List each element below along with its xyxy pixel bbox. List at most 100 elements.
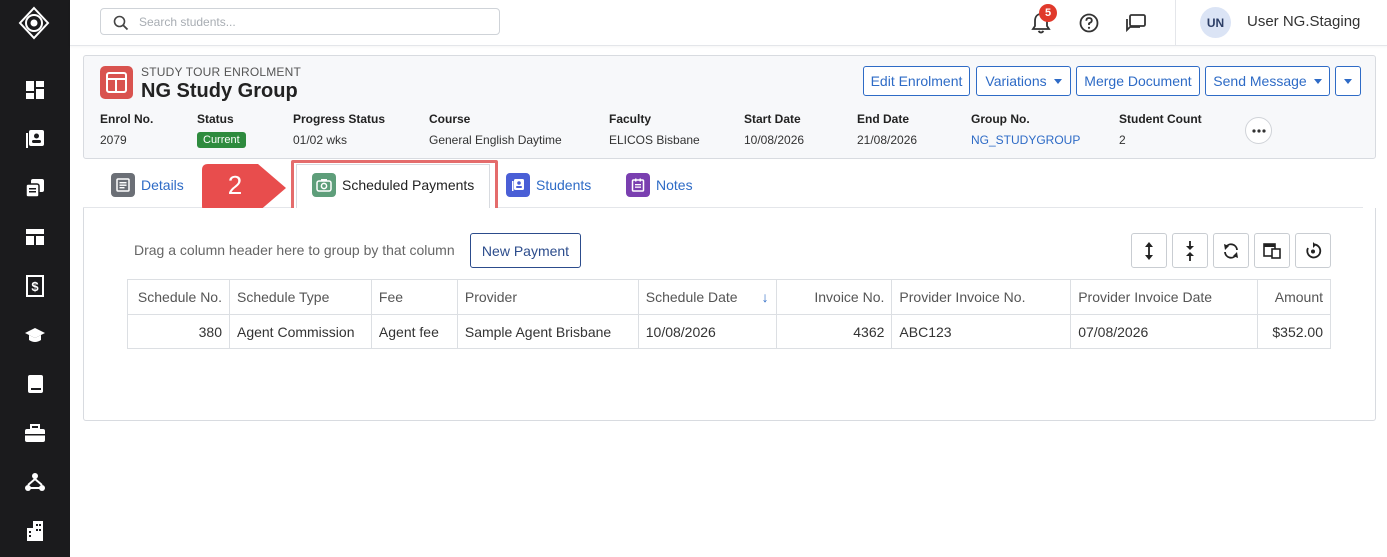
end-date-label: End Date: [857, 112, 910, 126]
refresh-icon: [1224, 242, 1238, 259]
provider-cell: Sample Agent Brisbane: [456, 314, 639, 349]
expand-rows-button[interactable]: [1131, 233, 1167, 268]
chevron-down-icon: [1344, 78, 1352, 84]
edit-enrolment-label: Edit Enrolment: [870, 73, 963, 89]
chevron-down-icon: [1053, 78, 1062, 84]
briefcase-icon[interactable]: [0, 418, 70, 448]
topbar-divider: [1175, 0, 1176, 46]
enrol-no-label: Enrol No.: [100, 112, 154, 126]
provider-invoice-date-cell: 07/08/2026: [1070, 314, 1258, 349]
svg-text:$: $: [31, 279, 39, 294]
table-row[interactable]: 380 Agent Commission Agent fee Sample Ag…: [127, 314, 1331, 349]
more-actions-dropdown-button[interactable]: [1335, 66, 1361, 96]
merge-document-button[interactable]: Merge Document: [1076, 66, 1200, 96]
schedule-type-cell: Agent Commission: [228, 314, 372, 349]
scheduled-payments-table: Schedule No. Schedule Type Fee Provider …: [127, 279, 1331, 349]
progress-status-value: 01/02 wks: [293, 133, 348, 147]
expand-vertical-icon: [1145, 241, 1153, 260]
faculty-value: ELICOS Bisbane: [609, 133, 700, 147]
avatar[interactable]: UN: [1200, 7, 1231, 38]
schedule-date-cell: 10/08/2026: [637, 314, 777, 349]
student-count-label: Student Count: [1119, 112, 1202, 126]
layout-icon[interactable]: [0, 222, 70, 252]
students-icon: [506, 173, 530, 197]
details-icon: [111, 173, 135, 197]
new-payment-label: New Payment: [481, 242, 570, 259]
building-icon[interactable]: [0, 516, 70, 546]
column-header-schedule-type[interactable]: Schedule Type: [228, 279, 372, 315]
help-icon[interactable]: [1077, 11, 1101, 35]
tab-scheduled-payments-label: Scheduled Payments: [342, 177, 475, 193]
search-box[interactable]: [100, 8, 500, 35]
search-input[interactable]: [139, 12, 479, 32]
tab-students-label: Students: [536, 177, 592, 193]
edit-enrolment-button[interactable]: Edit Enrolment: [863, 66, 970, 96]
tab-details-label: Details: [141, 177, 184, 193]
network-icon[interactable]: [0, 467, 70, 497]
collapse-vertical-icon: [1186, 240, 1194, 261]
send-message-dropdown-button[interactable]: Send Message: [1205, 66, 1330, 96]
column-header-schedule-date[interactable]: Schedule Date ↓: [637, 279, 777, 315]
documents-icon[interactable]: [0, 173, 70, 203]
column-header-amount[interactable]: Amount: [1257, 279, 1331, 315]
tab-scheduled-payments[interactable]: Scheduled Payments: [312, 172, 474, 198]
app-logo-icon[interactable]: [17, 6, 51, 40]
progress-status-label: Progress Status: [293, 112, 386, 126]
column-header-provider-invoice-date[interactable]: Provider Invoice Date: [1070, 279, 1258, 315]
dashboard-icon[interactable]: [0, 75, 70, 105]
column-header-provider[interactable]: Provider: [456, 279, 639, 315]
refresh-button[interactable]: [1213, 233, 1249, 268]
page-title: NG Study Group: [141, 80, 298, 102]
user-name[interactable]: User NG.Staging: [1247, 13, 1360, 30]
provider-invoice-no-cell: ABC123: [891, 314, 1072, 349]
group-no-label: Group No.: [971, 112, 1030, 126]
faculty-label: Faculty: [609, 112, 652, 126]
course-label: Course: [429, 112, 471, 126]
column-chooser-button[interactable]: [1254, 233, 1290, 268]
invoice-no-link[interactable]: 4362: [775, 314, 893, 349]
schedule-date-header-label: Schedule Date: [645, 289, 738, 305]
column-header-invoice-no[interactable]: Invoice No.: [775, 279, 893, 315]
column-header-provider-invoice-no[interactable]: Provider Invoice No.: [891, 279, 1072, 315]
education-icon[interactable]: [0, 320, 70, 350]
columns-icon: [1263, 242, 1281, 259]
start-date-label: Start Date: [744, 112, 801, 126]
course-value: General English Daytime: [429, 133, 562, 147]
enrolment-type-icon: [100, 66, 133, 99]
tab-notes-label: Notes: [656, 177, 693, 193]
more-details-button[interactable]: [1245, 117, 1272, 144]
step-number: 2: [227, 170, 243, 200]
collapse-rows-button[interactable]: [1172, 233, 1208, 268]
reset-layout-button[interactable]: [1295, 233, 1331, 268]
end-date-value: 21/08/2026: [857, 133, 918, 147]
sidebar: $: [0, 0, 70, 557]
new-payment-button[interactable]: New Payment: [470, 233, 581, 268]
tab-details[interactable]: Details: [111, 172, 184, 198]
notes-icon: [626, 173, 650, 197]
messages-icon[interactable]: [1124, 11, 1148, 35]
book-icon[interactable]: [0, 369, 70, 399]
start-date-value: 10/08/2026: [744, 133, 805, 147]
contacts-icon[interactable]: [0, 124, 70, 154]
top-bar: 5 UN User NG.Staging: [70, 0, 1387, 46]
variations-dropdown-button[interactable]: Variations: [976, 66, 1071, 96]
table-header-row: Schedule No. Schedule Type Fee Provider …: [127, 279, 1331, 315]
sort-descending-icon[interactable]: ↓: [762, 289, 769, 305]
finance-icon[interactable]: $: [0, 271, 70, 301]
ellipsis-icon: [1251, 128, 1266, 133]
enrolment-header-card: STUDY TOUR ENROLMENT NG Study Group Edit…: [83, 55, 1376, 159]
search-icon: [113, 15, 129, 31]
enrolment-type-label: STUDY TOUR ENROLMENT: [141, 65, 302, 79]
schedule-no-link[interactable]: 380: [127, 314, 230, 349]
chevron-down-icon: [1313, 78, 1322, 84]
tab-students[interactable]: Students: [506, 172, 591, 198]
group-no-link[interactable]: NG_STUDYGROUP: [971, 133, 1080, 147]
tab-notes[interactable]: Notes: [626, 172, 693, 198]
fee-cell: Agent fee: [370, 314, 458, 349]
student-count-value: 2: [1119, 133, 1126, 147]
column-header-fee[interactable]: Fee: [370, 279, 458, 315]
amount-cell: $352.00: [1257, 314, 1331, 349]
column-header-schedule-no[interactable]: Schedule No.: [127, 279, 230, 315]
enrol-no-value: 2079: [100, 133, 127, 147]
send-message-label: Send Message: [1213, 73, 1307, 89]
